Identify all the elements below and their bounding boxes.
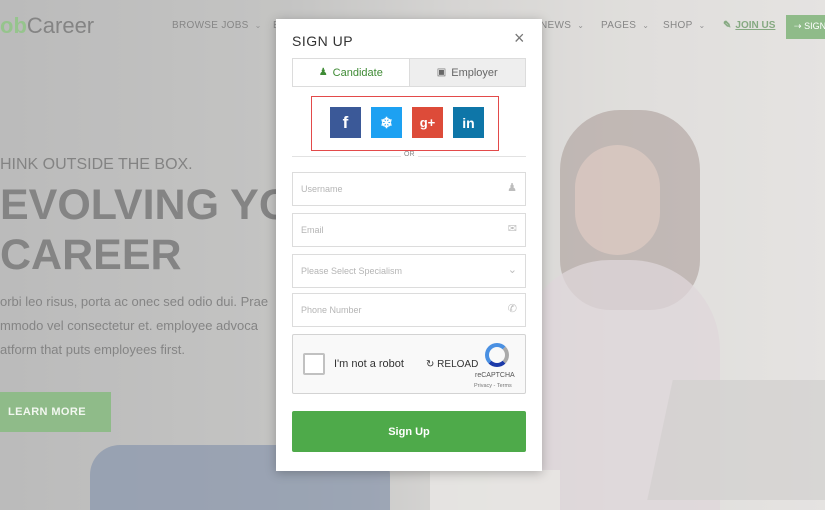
recaptcha-reload[interactable]: ↻ RELOAD (426, 359, 478, 370)
signup-modal: SIGN UP × ♟ Candidate ▣ Employer f ❄ g+ … (276, 19, 542, 471)
username-placeholder: Username (301, 184, 343, 194)
tab-label: Employer (451, 66, 498, 79)
user-plus-icon: ♟ (318, 67, 328, 78)
phone-field[interactable]: Phone Number ✆ (292, 293, 526, 327)
email-placeholder: Email (301, 225, 324, 235)
facebook-login-button[interactable]: f (330, 107, 361, 138)
phone-placeholder: Phone Number (301, 305, 362, 315)
or-separator: OR (401, 151, 418, 158)
phone-icon: ✆ (507, 303, 517, 315)
account-type-tabs: ♟ Candidate ▣ Employer (292, 58, 526, 87)
modal-title: SIGN UP (292, 33, 354, 49)
tab-candidate[interactable]: ♟ Candidate (293, 59, 409, 86)
linkedin-icon: in (462, 114, 475, 131)
recaptcha-terms-link[interactable]: Privacy - Terms (474, 383, 512, 389)
recaptcha-widget: I'm not a robot ↻ RELOAD reCAPTCHA Priva… (292, 334, 526, 394)
user-icon: ♟ (507, 182, 517, 194)
specialism-placeholder: Please Select Specialism (301, 266, 403, 276)
twitter-icon: ❄ (380, 114, 393, 132)
twitter-login-button[interactable]: ❄ (371, 107, 402, 138)
tab-employer[interactable]: ▣ Employer (408, 59, 525, 86)
recaptcha-label: I'm not a robot (334, 358, 404, 370)
specialism-select[interactable]: Please Select Specialism ⌄ (292, 254, 526, 288)
refresh-icon: ↻ (426, 359, 435, 370)
briefcase-icon: ▣ (436, 67, 447, 78)
envelope-icon: ✉ (507, 223, 517, 235)
social-login-group: f ❄ g+ in (311, 96, 499, 151)
recaptcha-brand: reCAPTCHA (475, 372, 515, 379)
username-field[interactable]: Username ♟ (292, 172, 526, 206)
email-field[interactable]: Email ✉ (292, 213, 526, 247)
tab-label: Candidate (332, 66, 383, 79)
recaptcha-logo-icon (485, 343, 509, 367)
linkedin-login-button[interactable]: in (453, 107, 484, 138)
google-plus-login-button[interactable]: g+ (412, 107, 443, 138)
sign-up-button[interactable]: Sign Up (292, 411, 526, 452)
close-icon[interactable]: × (514, 28, 525, 49)
google-plus-icon: g+ (419, 115, 436, 130)
chevron-down-icon: ⌄ (507, 264, 517, 276)
facebook-icon: f (342, 112, 349, 132)
reload-label: RELOAD (437, 359, 479, 370)
recaptcha-checkbox[interactable] (303, 353, 325, 375)
